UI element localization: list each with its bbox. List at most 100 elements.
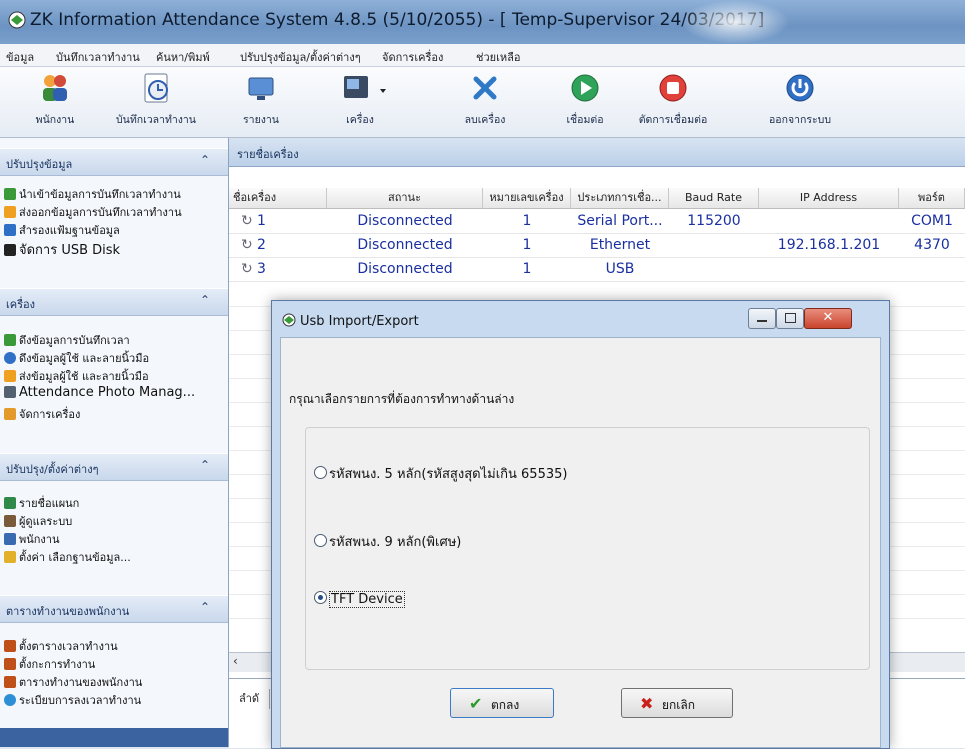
col-connection-type[interactable]: ประเภทการเชื่อ... [571, 188, 669, 209]
time-records-label: บันทึกเวลาทำงาน [116, 114, 196, 126]
menu-settings[interactable]: ปรับปรุงข้อมูล/ตั้งค่าต่างๆ [240, 48, 361, 66]
menu-help[interactable]: ช่วยเหลือ [476, 48, 520, 66]
clock-icon [144, 73, 168, 103]
option-5-digit[interactable]: รหัสพนง. 5 หลัก(รหัสสูงสุดไม่เกิน 65535) [314, 463, 567, 484]
calendar-icon [4, 676, 16, 688]
maximize-icon [785, 313, 796, 323]
sidebar-item-database[interactable]: ตั้งค่า เลือกฐานข้อมูล... [4, 548, 131, 566]
connect-button[interactable]: เชื่อมต่อ [560, 71, 610, 133]
sidebar-item-timetable[interactable]: ตั้งตารางเวลาทำงาน [4, 637, 118, 655]
cancel-icon: ✖ [640, 694, 654, 713]
option-label: รหัสพนง. 9 หลัก(พิเศษ) [329, 535, 462, 550]
sidebar-item-pull-records[interactable]: ดึงข้อมูลการบันทึกเวลา [4, 331, 130, 349]
sidebar-item-label: นำเข้าข้อมูลการบันทึกเวลาทำงาน [19, 188, 181, 201]
device-row-icon: ↻ [241, 261, 253, 277]
title-bar: ZK Information Attendance System 4.8.5 (… [0, 0, 965, 44]
section-settings[interactable]: ปรับปรุง/ตั้งค่าต่างๆ ⌃ [0, 453, 228, 481]
ok-button[interactable]: ✔ ตกลง [450, 688, 554, 718]
sidebar-item-photo-manager[interactable]: Attendance Photo Manag... [4, 385, 195, 403]
sidebar-item-pull-users[interactable]: ดึงข้อมูลผู้ใช้ และลายนิ้วมือ [4, 349, 149, 367]
sidebar-item-backup[interactable]: สำรองแฟ้มฐานข้อมูล [4, 221, 120, 239]
employees-label: พนักงาน [35, 114, 75, 126]
section-update-data[interactable]: ปรับปรุงข้อมูล ⌃ [0, 148, 228, 176]
table-row[interactable]: ↻ 1 Disconnected 1 Serial Port... 115200… [229, 210, 965, 234]
department-icon [4, 497, 16, 509]
reports-button[interactable]: รายงาน [236, 71, 286, 133]
cell-type: USB [605, 261, 635, 277]
disconnect-label: ตัดการเชื่อมต่อ [638, 114, 708, 126]
sidebar-item-employees[interactable]: พนักงาน [4, 530, 60, 548]
sidebar-item-send-users[interactable]: ส่งข้อมูลผู้ใช้ และลายนิ้วมือ [4, 367, 149, 385]
menu-search-print[interactable]: ค้นหา/พิมพ์ [156, 48, 210, 66]
menu-device[interactable]: จัดการเครื่อง [382, 48, 443, 66]
close-icon: ✕ [822, 310, 834, 325]
sidebar-item-employee-schedule[interactable]: ตารางทำงานของพนักงาน [4, 673, 142, 691]
section-device[interactable]: เครื่อง ⌃ [0, 288, 228, 316]
minimize-icon [757, 320, 767, 322]
left-panel-footer [0, 728, 228, 747]
table-row[interactable]: ↻ 3 Disconnected 1 USB [229, 258, 965, 282]
menu-bar: ข้อมูล บันทึกเวลาทำงาน ค้นหา/พิมพ์ ปรับป… [0, 44, 965, 67]
sidebar-item-label: ดึงข้อมูลการบันทึกเวลา [19, 334, 130, 347]
col-device-number[interactable]: หมายเลขเครื่อง [483, 188, 571, 209]
minimize-button[interactable] [748, 308, 776, 329]
cell-status: Disconnected [357, 237, 453, 253]
monitor-icon [248, 77, 274, 100]
sidebar-item-label: Attendance Photo Manag... [19, 385, 196, 400]
chevron-up-icon[interactable]: ⌃ [200, 293, 210, 307]
rule-icon [4, 694, 16, 706]
sidebar-item-label: พนักงาน [19, 533, 60, 546]
time-records-button[interactable]: บันทึกเวลาทำงาน [106, 71, 206, 133]
sidebar-item-usb-disk[interactable]: จัดการ USB Disk [4, 239, 121, 258]
cell-number: 1 [522, 237, 532, 253]
sidebar-item-attendance-rules[interactable]: ระเบียบการลงเวลาทำงาน [4, 691, 141, 709]
menu-data[interactable]: ข้อมูล [6, 48, 34, 66]
chevron-up-icon[interactable]: ⌃ [200, 600, 210, 614]
sidebar-item-admins[interactable]: ผู้ดูแลระบบ [4, 512, 72, 530]
cell-status: Disconnected [357, 213, 453, 229]
devices-button[interactable]: เครื่อง [320, 71, 400, 133]
sidebar-item-import[interactable]: นำเข้าข้อมูลการบันทึกเวลาทำงาน [4, 185, 181, 203]
radio-button[interactable] [314, 466, 327, 479]
option-label: รหัสพนง. 5 หลัก(รหัสสูงสุดไม่เกิน 65535) [329, 467, 568, 482]
scroll-left-icon[interactable]: ‹ [233, 654, 238, 668]
sidebar-item-label: จัดการเครื่อง [19, 408, 81, 421]
col-baud-rate[interactable]: Baud Rate [669, 188, 759, 209]
section-schedule[interactable]: ตารางทำงานของพนักงาน ⌃ [0, 595, 228, 623]
app-icon [282, 313, 296, 327]
col-seq[interactable]: ลำดั [239, 689, 270, 709]
sidebar-item-departments[interactable]: รายชื่อแผนก [4, 494, 79, 512]
devices-label: เครื่อง [346, 114, 374, 126]
delete-device-button[interactable]: ลบเครื่อง [455, 71, 515, 133]
manage-icon [4, 408, 16, 420]
cell-type: Serial Port... [577, 213, 663, 229]
option-tft-device[interactable]: TFT Device [314, 591, 405, 608]
menu-time-records[interactable]: บันทึกเวลาทำงาน [56, 48, 140, 66]
close-button[interactable]: ✕ [804, 308, 852, 329]
col-ip-address[interactable]: IP Address [759, 188, 899, 209]
disconnect-button[interactable]: ตัดการเชื่อมต่อ [628, 71, 718, 133]
radio-button-selected[interactable] [314, 591, 327, 604]
maximize-button[interactable] [776, 308, 804, 329]
sidebar-item-manage-device[interactable]: จัดการเครื่อง [4, 405, 80, 423]
employees-button[interactable]: พนักงาน [20, 71, 90, 133]
col-status[interactable]: สถานะ [327, 188, 483, 209]
sidebar-item-shifts[interactable]: ตั้งกะการทำงาน [4, 655, 95, 673]
option-label: TFT Device [329, 591, 405, 608]
sidebar-item-label: จัดการ USB Disk [19, 243, 121, 258]
col-port[interactable]: พอร์ต [899, 188, 965, 209]
cell-name: 3 [257, 261, 266, 277]
exit-button[interactable]: ออกจากระบบ [760, 71, 840, 133]
table-row[interactable]: ↻ 2 Disconnected 1 Ethernet 192.168.1.20… [229, 234, 965, 258]
option-9-digit[interactable]: รหัสพนง. 9 หลัก(พิเศษ) [314, 531, 461, 552]
sidebar-item-export[interactable]: ส่งออกข้อมูลการบันทึกเวลาทำงาน [4, 203, 182, 221]
cell-port: COM1 [911, 213, 953, 229]
col-device-name[interactable]: ชื่อเครื่อง [229, 188, 327, 209]
chevron-up-icon[interactable]: ⌃ [200, 153, 210, 167]
app-icon [8, 11, 26, 29]
reports-label: รายงาน [243, 114, 279, 126]
cancel-button[interactable]: ✖ ยกเลิก [621, 688, 733, 718]
radio-button[interactable] [314, 534, 327, 547]
chevron-up-icon[interactable]: ⌃ [200, 458, 210, 472]
database-icon [4, 551, 16, 563]
